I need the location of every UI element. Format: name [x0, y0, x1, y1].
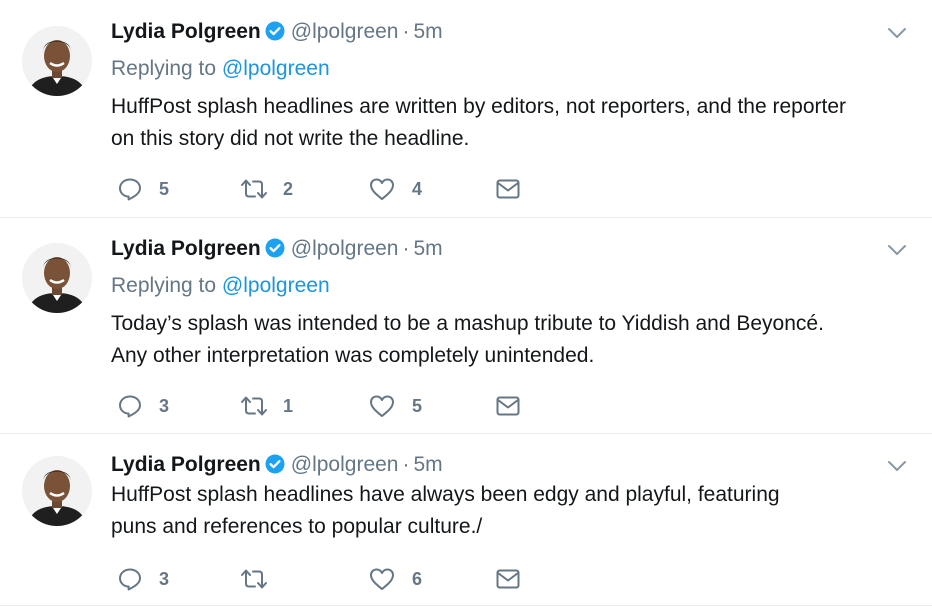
envelope-icon — [495, 394, 521, 418]
avatar[interactable] — [22, 26, 92, 96]
like-button[interactable]: 4 — [368, 174, 422, 204]
reply-button[interactable]: 3 — [117, 391, 169, 421]
replying-handle-link[interactable]: @lpolgreen — [222, 274, 330, 297]
tweet-actions: 3 1 5 — [111, 391, 551, 421]
retweet-count: 2 — [283, 178, 294, 199]
avatar[interactable] — [22, 456, 92, 526]
tweet-text-line: HuffPost splash headlines have always be… — [111, 483, 780, 506]
tweet-text-line: Any other interpretation was completely … — [111, 344, 595, 367]
tweet-text-line: on this story did not write the headline… — [111, 127, 470, 150]
like-count: 4 — [412, 178, 423, 199]
replying-to: Replying to @lpolgreen — [111, 271, 330, 301]
tweet-header: Lydia Polgreen @lpolgreen · 5m — [111, 234, 443, 264]
tweet-text: HuffPost splash headlines are written by… — [111, 91, 911, 155]
retweet-count: 1 — [283, 395, 294, 416]
direct-message-button[interactable] — [495, 174, 521, 204]
tweet-text-line: HuffPost splash headlines are written by… — [111, 95, 847, 118]
separator-dot: · — [402, 453, 410, 476]
timeline: Lydia Polgreen @lpolgreen · 5m Replying to … — [0, 0, 932, 606]
tweet[interactable]: Lydia Polgreen @lpolgreen · 5m Replying to … — [0, 0, 932, 218]
retweet-button[interactable]: 2 — [239, 174, 293, 204]
reply-icon — [117, 393, 143, 419]
retweet-icon — [239, 176, 269, 202]
separator-dot: · — [402, 20, 410, 43]
chevron-down-icon[interactable] — [886, 239, 908, 261]
like-count: 5 — [412, 395, 423, 416]
heart-icon — [368, 566, 396, 592]
like-button[interactable]: 6 — [368, 564, 422, 594]
reply-icon — [117, 176, 143, 202]
replying-to: Replying to @lpolgreen — [111, 54, 330, 84]
author-handle[interactable]: @lpolgreen — [291, 237, 399, 260]
tweet-text-line: puns and references to popular culture./ — [111, 515, 483, 538]
envelope-icon — [495, 567, 521, 591]
author-handle[interactable]: @lpolgreen — [291, 20, 399, 43]
retweet-icon — [239, 393, 269, 419]
replying-prefix: Replying to — [111, 274, 217, 297]
tweet-text: HuffPost splash headlines have always be… — [111, 479, 911, 543]
reply-count: 3 — [159, 568, 170, 589]
direct-message-button[interactable] — [495, 564, 521, 594]
timestamp[interactable]: 5m — [413, 237, 442, 260]
tweet-actions: 5 2 4 — [111, 174, 551, 204]
tweet-header: Lydia Polgreen @lpolgreen · 5m — [111, 17, 443, 47]
reply-button[interactable]: 3 — [117, 564, 169, 594]
tweet-text-line: Today’s splash was intended to be a mash… — [111, 312, 824, 335]
verified-badge-icon — [265, 237, 285, 267]
timestamp[interactable]: 5m — [413, 453, 442, 476]
tweet-header: Lydia Polgreen @lpolgreen · 5m — [111, 450, 443, 480]
envelope-icon — [495, 177, 521, 201]
direct-message-button[interactable] — [495, 391, 521, 421]
reply-button[interactable]: 5 — [117, 174, 169, 204]
replying-prefix: Replying to — [111, 57, 217, 80]
reply-count: 5 — [159, 178, 170, 199]
like-count: 6 — [412, 568, 423, 589]
reply-icon — [117, 566, 143, 592]
reply-count: 3 — [159, 395, 170, 416]
author-name[interactable]: Lydia Polgreen — [111, 453, 261, 476]
tweet[interactable]: Lydia Polgreen @lpolgreen · 5m HuffPost spl… — [0, 434, 932, 606]
avatar[interactable] — [22, 243, 92, 313]
retweet-button[interactable] — [239, 564, 283, 594]
heart-icon — [368, 393, 396, 419]
chevron-down-icon[interactable] — [886, 455, 908, 477]
author-handle[interactable]: @lpolgreen — [291, 453, 399, 476]
timestamp[interactable]: 5m — [413, 20, 442, 43]
author-name[interactable]: Lydia Polgreen — [111, 237, 261, 260]
verified-badge-icon — [265, 20, 285, 50]
author-name[interactable]: Lydia Polgreen — [111, 20, 261, 43]
separator-dot: · — [402, 237, 410, 260]
replying-handle-link[interactable]: @lpolgreen — [222, 57, 330, 80]
retweet-button[interactable]: 1 — [239, 391, 293, 421]
retweet-icon — [239, 566, 269, 592]
tweet-actions: 3 6 — [111, 564, 551, 594]
heart-icon — [368, 176, 396, 202]
chevron-down-icon[interactable] — [886, 22, 908, 44]
like-button[interactable]: 5 — [368, 391, 422, 421]
tweet-text: Today’s splash was intended to be a mash… — [111, 308, 911, 372]
tweet[interactable]: Lydia Polgreen @lpolgreen · 5m Replying to … — [0, 218, 932, 434]
